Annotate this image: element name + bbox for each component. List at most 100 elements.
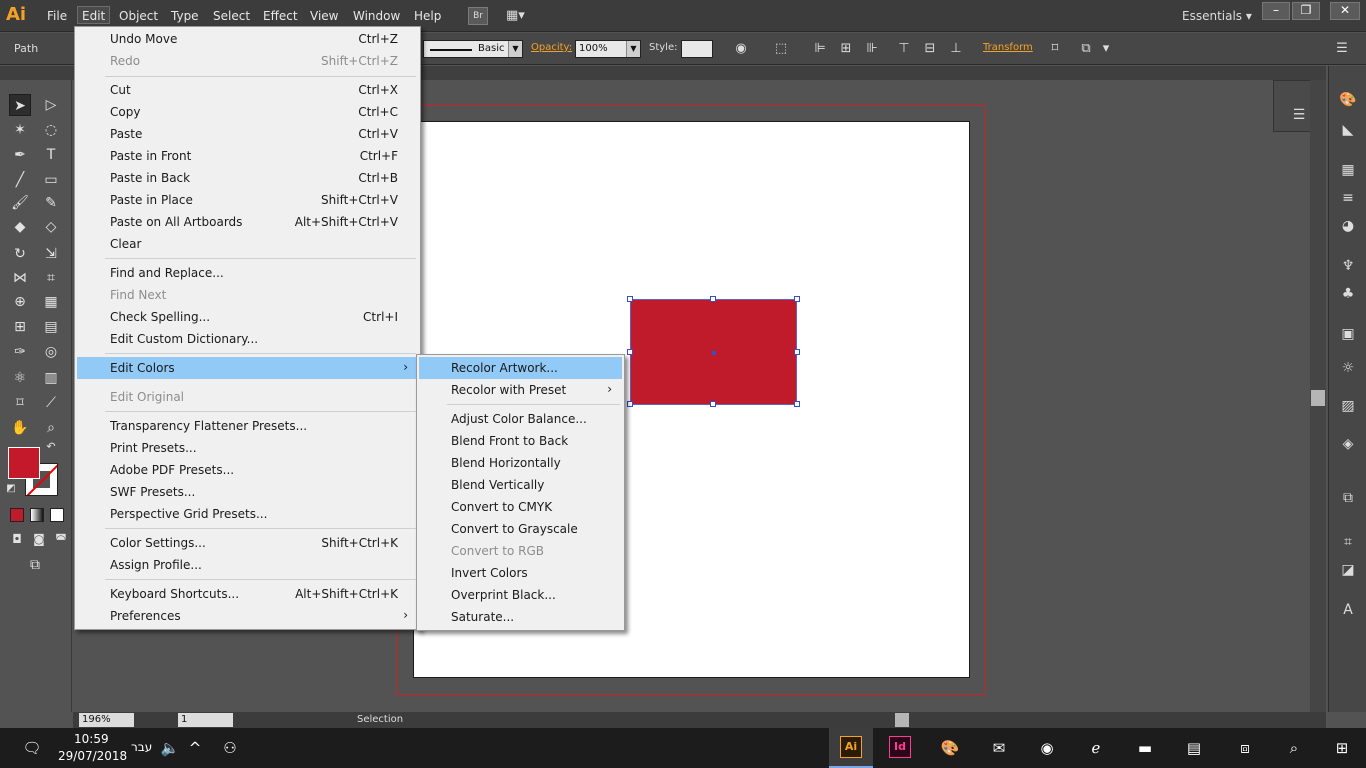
mail-icon[interactable]: ✉ xyxy=(987,736,1011,760)
paint-icon[interactable]: 🎨 xyxy=(938,736,962,760)
clock-time[interactable]: 10:59 xyxy=(74,732,109,746)
layers-icon[interactable]: ◈ xyxy=(1338,434,1358,454)
graphic-styles-icon[interactable]: ♆ xyxy=(1338,256,1358,276)
align-to-icon[interactable]: ⬚ xyxy=(773,41,789,57)
width-tool-icon[interactable]: ⋈ xyxy=(9,267,31,289)
submenu-item-invert-colors[interactable]: Invert Colors xyxy=(419,562,622,584)
eraser-tool-icon[interactable]: ◇ xyxy=(40,216,62,238)
opacity-label[interactable]: Opacity: xyxy=(531,42,572,53)
menu-item-edit-colors[interactable]: Edit Colors › xyxy=(77,357,418,379)
select-similar-icon[interactable]: ⧉ xyxy=(1078,41,1094,57)
resize-handle-e[interactable] xyxy=(794,349,800,355)
menu-file[interactable]: File xyxy=(43,7,71,25)
scroll-thumb[interactable] xyxy=(1311,390,1325,406)
eyedropper-tool-icon[interactable]: ✑ xyxy=(9,341,31,363)
resize-handle-se[interactable] xyxy=(794,401,800,407)
draw-normal-icon[interactable]: ◘ xyxy=(6,528,28,550)
gradient-icon[interactable]: ☼ xyxy=(1338,358,1358,378)
resize-handle-sw[interactable] xyxy=(627,401,633,407)
zoom-tool-icon[interactable]: ⌕ xyxy=(40,417,62,439)
menu-item-clear[interactable]: Clear xyxy=(77,233,418,255)
menu-item-assign-profile[interactable]: Assign Profile... xyxy=(77,554,418,576)
menu-item-adobe-pdf-presets[interactable]: Adobe PDF Presets... xyxy=(77,459,418,481)
perspective-grid-tool-icon[interactable]: ▦ xyxy=(40,291,62,313)
align-top-icon[interactable]: ⊤ xyxy=(896,41,912,57)
resize-handle-s[interactable] xyxy=(710,401,716,407)
gradient-tool-icon[interactable]: ▤ xyxy=(40,316,62,338)
store-icon[interactable]: ▤ xyxy=(1182,736,1206,760)
brushes-icon[interactable]: ≡ xyxy=(1338,188,1358,208)
chevron-up-icon[interactable]: ^ xyxy=(183,736,207,760)
menu-view[interactable]: View xyxy=(306,7,342,25)
type-tool-icon[interactable]: T xyxy=(40,144,62,166)
align-right-icon[interactable]: ⊪ xyxy=(864,41,880,57)
menu-item-perspective-grid-presets[interactable]: Perspective Grid Presets... xyxy=(77,503,418,525)
chevron-down-icon[interactable]: ▼ xyxy=(508,41,522,57)
submenu-item-blend-vertically[interactable]: Blend Vertically xyxy=(419,474,622,496)
transform-panel-icon[interactable]: ⌗ xyxy=(1338,532,1358,552)
task-view-icon[interactable]: ⧈ xyxy=(1233,736,1257,760)
zoom-level-field[interactable]: 196% xyxy=(79,713,134,727)
align-bottom-icon[interactable]: ⊥ xyxy=(948,41,964,57)
menu-item-transparency-flattener-presets[interactable]: Transparency Flattener Presets... xyxy=(77,415,418,437)
appearance-icon[interactable]: ♣ xyxy=(1338,284,1358,304)
vertical-scrollbar[interactable] xyxy=(1310,80,1326,712)
swatches-icon[interactable]: ▦ xyxy=(1338,160,1358,180)
horizontal-scroll-thumb[interactable] xyxy=(895,713,909,727)
file-explorer-icon[interactable]: ▬ xyxy=(1133,736,1157,760)
pen-tool-icon[interactable]: ✒ xyxy=(9,144,31,166)
workspace-switcher[interactable]: Essentials ▾ xyxy=(1182,7,1252,25)
menu-item-check-spelling[interactable]: Check Spelling... Ctrl+I xyxy=(77,306,418,328)
magic-wand-tool-icon[interactable]: ✶ xyxy=(9,119,31,141)
draw-behind-icon[interactable]: ◙ xyxy=(28,528,50,550)
menu-window[interactable]: Window xyxy=(349,7,404,25)
menu-item-undo-move[interactable]: Undo Move Ctrl+Z xyxy=(77,28,418,50)
pencil-tool-icon[interactable]: ✎ xyxy=(40,192,62,214)
menu-item-edit-custom-dictionary[interactable]: Edit Custom Dictionary... xyxy=(77,328,418,350)
clock-date[interactable]: 29/07/2018 xyxy=(58,749,127,763)
artboards-icon[interactable]: ⧉ xyxy=(1338,488,1358,508)
windows-start-icon[interactable]: ⊞ xyxy=(1330,736,1354,760)
menu-select[interactable]: Select xyxy=(209,7,254,25)
menu-item-cut[interactable]: Cut Ctrl+X xyxy=(77,79,418,101)
submenu-item-convert-to-rgb[interactable]: Convert to RGB xyxy=(419,540,622,562)
stroke-icon[interactable]: ▣ xyxy=(1338,324,1358,344)
fill-swatch[interactable] xyxy=(8,447,40,479)
submenu-item-recolor-with-preset[interactable]: Recolor with Preset › xyxy=(419,379,622,401)
menu-item-paste-in-back[interactable]: Paste in Back Ctrl+B xyxy=(77,167,418,189)
swap-fill-stroke-icon[interactable]: ↶ xyxy=(44,440,58,454)
menu-item-find-next[interactable]: Find Next xyxy=(77,284,418,306)
opacity-field[interactable]: 100% ▼ xyxy=(575,40,641,58)
none-mode-button[interactable] xyxy=(50,508,64,522)
free-transform-tool-icon[interactable]: ⌗ xyxy=(40,267,62,289)
align-middle-icon[interactable]: ⊟ xyxy=(922,41,938,57)
align-center-icon[interactable]: ⊞ xyxy=(838,41,854,57)
menu-effect[interactable]: Effect xyxy=(259,7,302,25)
recolor-artwork-icon[interactable]: ◉ xyxy=(733,41,749,57)
scale-tool-icon[interactable]: ⇲ xyxy=(40,243,62,265)
color-mode-button[interactable] xyxy=(10,508,24,522)
submenu-item-saturate[interactable]: Saturate... xyxy=(419,606,622,628)
submenu-item-convert-to-grayscale[interactable]: Convert to Grayscale xyxy=(419,518,622,540)
submenu-item-convert-to-cmyk[interactable]: Convert to CMYK xyxy=(419,496,622,518)
chevron-down-icon[interactable]: ▼ xyxy=(626,41,640,57)
chevron-down-icon[interactable]: ▾ xyxy=(1098,41,1114,57)
color-guide-icon[interactable]: 🎨 xyxy=(1338,90,1358,110)
artboard-tool-icon[interactable]: ⌑ xyxy=(9,392,31,414)
gradient-mode-button[interactable] xyxy=(30,508,44,522)
blob-brush-tool-icon[interactable]: ◆ xyxy=(9,216,31,238)
blend-tool-icon[interactable]: ◎ xyxy=(40,341,62,363)
menu-help[interactable]: Help xyxy=(410,7,445,25)
color-icon[interactable]: ◣ xyxy=(1338,120,1358,140)
menu-item-copy[interactable]: Copy Ctrl+C xyxy=(77,101,418,123)
close-button[interactable]: ✕ xyxy=(1330,2,1360,20)
pathfinder-icon[interactable]: ◪ xyxy=(1338,560,1358,580)
menu-item-paste-in-front[interactable]: Paste in Front Ctrl+F xyxy=(77,145,418,167)
menu-item-preferences[interactable]: Preferences › xyxy=(77,605,418,627)
resize-handle-nw[interactable] xyxy=(627,296,633,302)
artboard-navigation-field[interactable]: 1 xyxy=(178,713,233,727)
submenu-item-blend-horizontally[interactable]: Blend Horizontally xyxy=(419,452,622,474)
submenu-item-adjust-color-balance[interactable]: Adjust Color Balance... xyxy=(419,408,622,430)
menu-object[interactable]: Object xyxy=(115,7,162,25)
submenu-item-blend-front-to-back[interactable]: Blend Front to Back xyxy=(419,430,622,452)
